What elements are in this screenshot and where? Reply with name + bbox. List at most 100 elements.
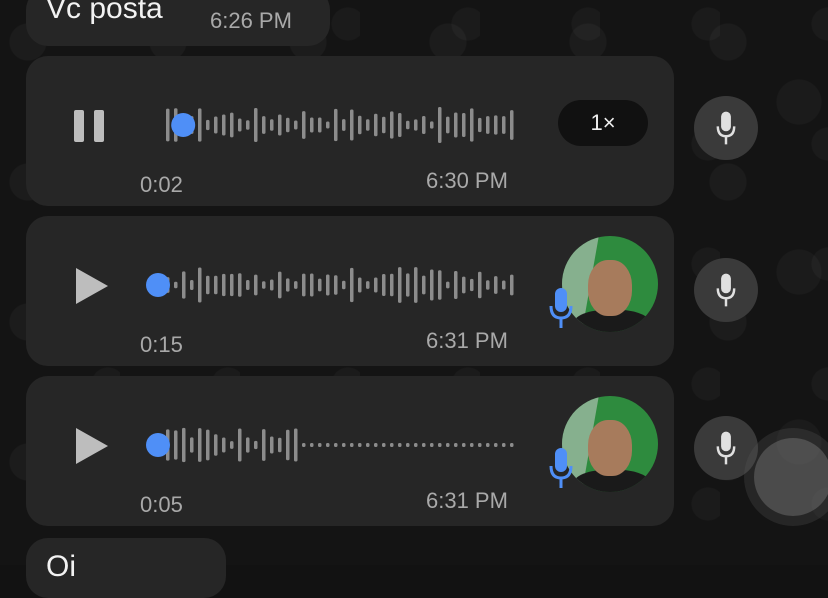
- waveform-bar: [302, 111, 306, 139]
- pause-button[interactable]: [72, 102, 112, 148]
- waveform-bar: [430, 269, 434, 301]
- message-time: 6:30 PM: [426, 168, 508, 193]
- playback-scrubber[interactable]: [146, 433, 170, 457]
- waveform-bar: [358, 277, 362, 293]
- waveform-bar: [430, 121, 434, 129]
- waveform-bar: [510, 443, 514, 447]
- waveform-bar: [478, 117, 482, 133]
- sender-avatar[interactable]: [562, 236, 658, 332]
- mic-button[interactable]: [694, 258, 758, 322]
- waveform-bar: [230, 273, 234, 297]
- waveform-bar: [230, 112, 234, 138]
- waveform-bar: [302, 273, 306, 297]
- waveform-bar: [398, 267, 402, 303]
- waveform-bar: [406, 273, 410, 297]
- playback-scrubber[interactable]: [171, 113, 196, 137]
- waveform-bar: [358, 115, 362, 135]
- waveform-svg: [166, 107, 530, 143]
- voice-message-1[interactable]: 0:02 6:30 PM 1×: [26, 56, 674, 206]
- text-message-bubble[interactable]: Vc posta 6:26 PM: [26, 0, 330, 46]
- waveform-bar: [422, 115, 426, 135]
- waveform-bar: [254, 107, 258, 143]
- waveform-bar: [238, 118, 242, 132]
- waveform-bar: [326, 121, 330, 129]
- sender-avatar[interactable]: [562, 396, 658, 492]
- waveform-bar: [374, 277, 378, 293]
- waveform-bar: [174, 430, 178, 460]
- play-button[interactable]: [72, 422, 112, 468]
- waveform-bar: [390, 273, 394, 297]
- waveform-bar: [222, 273, 226, 297]
- waveform-bar: [278, 437, 282, 453]
- waveform-bar: [278, 114, 282, 136]
- waveform-bar: [502, 443, 506, 447]
- waveform-bar: [454, 112, 458, 138]
- waveform-bar: [454, 271, 458, 299]
- mic-icon: [716, 431, 736, 465]
- message-time: 6:31 PM: [426, 328, 508, 353]
- waveform-bar: [262, 281, 266, 289]
- voice-message-2[interactable]: 0:15 6:31 PM: [26, 216, 674, 366]
- waveform-bar: [350, 109, 354, 141]
- text-message-bubble[interactable]: Oi: [26, 538, 226, 598]
- waveform-bar: [310, 273, 314, 297]
- waveform-bar: [438, 270, 442, 300]
- playback-speed-button[interactable]: 1×: [558, 100, 648, 146]
- waveform-bar: [214, 275, 218, 295]
- waveform-bar: [302, 443, 306, 447]
- waveform-bar: [294, 428, 298, 462]
- waveform-bar: [286, 278, 290, 292]
- waveform-bar: [270, 119, 274, 131]
- avatar-face: [588, 260, 632, 316]
- waveform-bar: [182, 271, 186, 299]
- waveform-bar: [494, 115, 498, 135]
- mic-button[interactable]: [694, 416, 758, 480]
- play-button[interactable]: [72, 262, 112, 308]
- waveform-bar: [286, 429, 290, 461]
- waveform-bar: [222, 437, 226, 453]
- waveform-bar: [342, 280, 346, 290]
- waveform-bar: [438, 443, 442, 447]
- waveform-bar: [390, 111, 394, 139]
- waveform-bar: [174, 281, 178, 289]
- waveform-bar: [198, 267, 202, 303]
- waveform[interactable]: [146, 96, 530, 154]
- waveform-bar: [334, 443, 338, 447]
- waveform[interactable]: [146, 416, 530, 474]
- waveform-bar: [310, 443, 314, 447]
- waveform-bar: [198, 108, 202, 142]
- waveform[interactable]: [146, 256, 530, 314]
- waveform-bar: [270, 436, 274, 454]
- waveform-bar: [486, 116, 490, 134]
- voice-message-3[interactable]: 0:05 6:31 PM: [26, 376, 674, 526]
- waveform-bar: [262, 429, 266, 461]
- waveform-bar: [462, 113, 466, 137]
- waveform-bar: [414, 443, 418, 447]
- mic-badge-icon: [549, 288, 573, 328]
- floating-assistive-button[interactable]: [754, 438, 828, 516]
- waveform-bar: [350, 443, 354, 447]
- waveform-bar: [318, 117, 322, 133]
- playback-scrubber[interactable]: [146, 273, 170, 297]
- waveform-bar: [334, 275, 338, 295]
- waveform-bar: [494, 276, 498, 294]
- waveform-bar: [390, 443, 394, 447]
- play-icon: [76, 268, 108, 304]
- waveform-bar: [318, 443, 322, 447]
- waveform-bar: [502, 280, 506, 290]
- pause-icon: [74, 110, 84, 142]
- waveform-bar: [446, 443, 450, 447]
- waveform-bar: [510, 110, 514, 140]
- avatar-face: [588, 420, 632, 476]
- waveform-bar: [446, 281, 450, 289]
- waveform-bar: [342, 443, 346, 447]
- mic-button[interactable]: [694, 96, 758, 160]
- waveform-bar: [430, 443, 434, 447]
- waveform-bar: [478, 271, 482, 299]
- message-time: 6:31 PM: [426, 488, 508, 513]
- waveform-bar: [414, 267, 418, 303]
- waveform-bar: [198, 428, 202, 462]
- waveform-bar: [270, 279, 274, 291]
- waveform-bar: [374, 113, 378, 137]
- waveform-bar: [254, 274, 258, 296]
